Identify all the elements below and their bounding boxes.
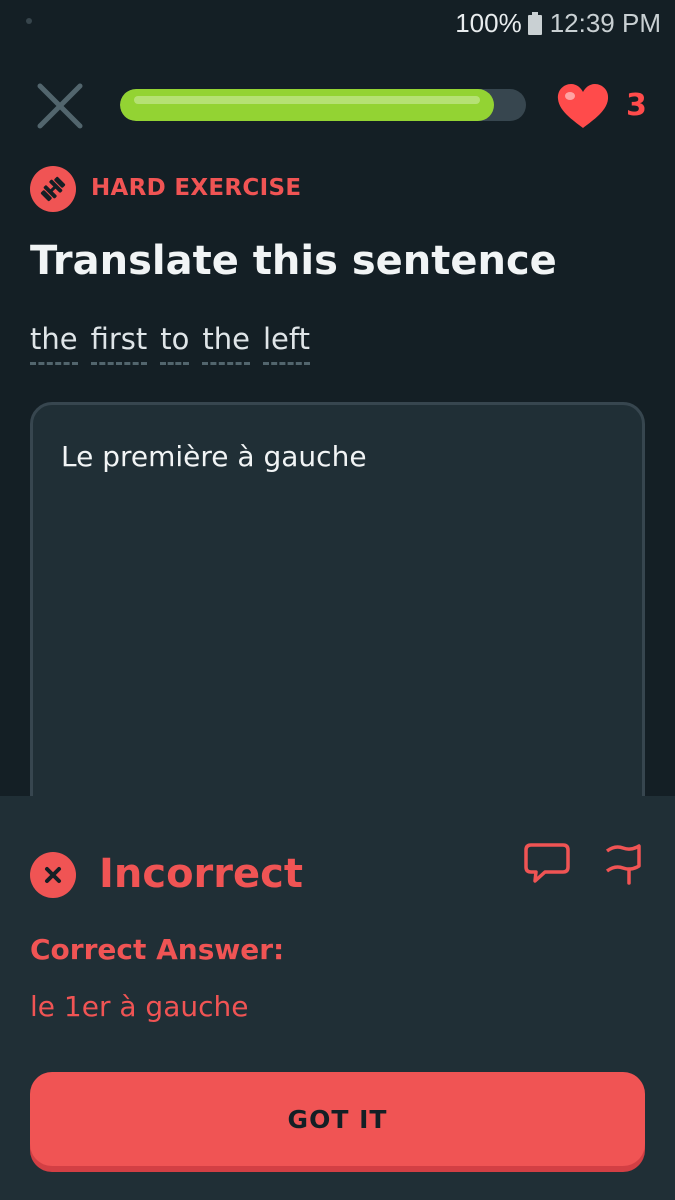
status-bar: 100% 12:39 PM <box>0 0 675 48</box>
hard-exercise-label: HARD EXERCISE <box>91 175 302 201</box>
battery-percent: 100% <box>455 7 522 38</box>
prompt-word[interactable]: left <box>262 318 310 365</box>
answer-text: Le première à gauche <box>61 440 367 473</box>
answer-input[interactable]: Le première à gauche <box>30 402 645 822</box>
incorrect-badge <box>30 852 76 898</box>
status-right: 100% 12:39 PM <box>455 8 661 38</box>
progress-highlight <box>134 96 480 104</box>
progress-fill <box>120 89 494 121</box>
prompt-word[interactable]: the <box>30 318 78 365</box>
x-circle-icon <box>45 867 61 883</box>
dumbbell-icon <box>40 176 66 202</box>
prompt-word[interactable]: to <box>160 318 190 365</box>
flag-icon[interactable] <box>603 841 643 885</box>
battery-icon <box>527 11 542 35</box>
got-it-button[interactable]: GOT IT <box>30 1072 645 1166</box>
lesson-screen: 100% 12:39 PM 3 HARD EXERCISE Translate … <box>0 0 675 1200</box>
prompt-sentence: the first to the left <box>30 318 323 365</box>
notification-dot <box>26 18 32 24</box>
close-button[interactable] <box>36 82 84 130</box>
exercise-title: Translate this sentence <box>30 238 557 284</box>
status-time: 12:39 PM <box>549 7 661 38</box>
prompt-word[interactable]: the <box>202 318 250 365</box>
got-it-label: GOT IT <box>287 1104 388 1134</box>
correct-answer-value: le 1er à gauche <box>30 990 249 1023</box>
feedback-title: Incorrect <box>99 851 303 897</box>
feedback-panel: Incorrect Correct Answer: le 1er à gauch… <box>0 796 675 1200</box>
heart-icon <box>557 84 609 128</box>
close-icon <box>37 83 83 129</box>
hard-exercise-badge <box>30 166 76 212</box>
discuss-icon[interactable] <box>523 841 571 885</box>
prompt-word[interactable]: first <box>90 318 148 365</box>
correct-answer-label: Correct Answer: <box>30 933 285 966</box>
hearts-count: 3 <box>626 88 647 123</box>
lesson-progress-bar <box>120 89 526 121</box>
